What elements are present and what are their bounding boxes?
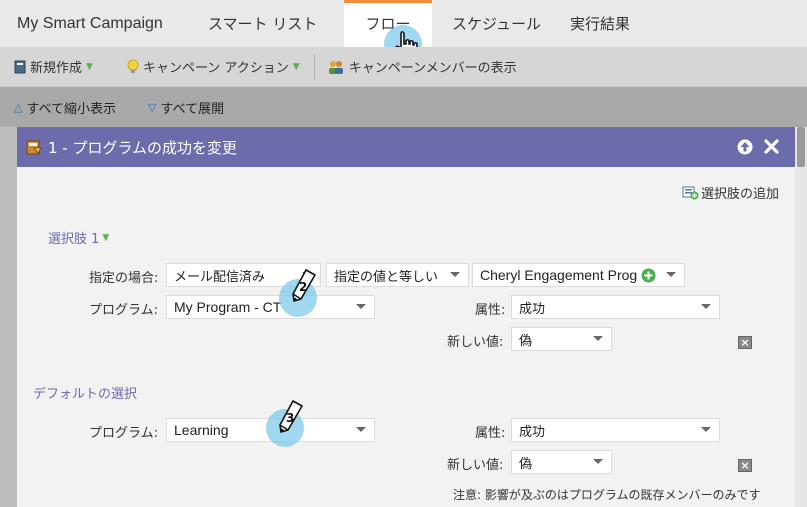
campaign-actions-caret-icon: ▼ [292, 61, 300, 72]
view-members-label: キャンペーンメンバーの表示 [348, 61, 517, 76]
choice-1-heading[interactable]: 選択肢 1 ▼ [48, 228, 109, 247]
default-new-value-arrow-icon [593, 459, 603, 464]
choice-1-new-value-arrow-icon [593, 336, 603, 341]
expand-collapse-bar: △ すべて縮小表示 ▽ すべて展開 [0, 87, 807, 127]
campaign-actions-label: キャンペーン アクション [142, 61, 289, 76]
choice-1-if-field-value: メール配信済み [174, 269, 266, 285]
collapse-all-label: すべて縮小表示 [26, 101, 117, 117]
expand-all-label: すべて展開 [160, 101, 225, 117]
choice-1-value-arrow-icon [666, 272, 676, 277]
default-new-value-label: 新しい値: [447, 458, 504, 473]
default-attribute-label: 属性: [475, 426, 506, 441]
choice-1-value-select[interactable]: Cheryl Engagement Prog [472, 263, 685, 287]
choice-1-attribute-select[interactable]: 成功 [511, 295, 720, 319]
choice-1-delete-icon[interactable]: × [738, 336, 752, 349]
default-new-value-select[interactable]: 偽 [511, 450, 612, 474]
pencil-cursor-icon: 2 [292, 269, 316, 302]
view-members-button[interactable]: キャンペーンメンバーの表示 [327, 47, 517, 86]
add-choice-icon [682, 186, 699, 200]
default-program-value: Learning [174, 422, 229, 438]
default-choice-heading: デフォルトの選択 [33, 387, 138, 402]
callout-number-2: 2 [299, 280, 307, 294]
default-program-label: プログラム: [89, 426, 158, 441]
choice-1-operator-arrow-icon [450, 272, 460, 277]
expand-all-button[interactable]: ▽ すべて展開 [148, 98, 224, 117]
choice-1-operator-value: 指定の値と等しい [334, 269, 439, 285]
add-value-plus-icon[interactable] [641, 268, 656, 283]
default-new-value-value: 偽 [519, 456, 533, 472]
new-menu-caret-icon: ▼ [86, 61, 93, 72]
flow-step-icon [26, 140, 42, 155]
default-attribute-arrow-icon [701, 427, 711, 432]
choice-1-heading-label: 選択肢 1 [48, 232, 100, 247]
flow-step-body: 選択肢の追加 選択肢 1 ▼ 指定の場合: メール配信済み 指定の値と等しい C… [17, 167, 795, 507]
collapse-all-button[interactable]: △ すべて縮小表示 [14, 98, 116, 117]
flow-step-header: 1 - プログラムの成功を変更 [17, 127, 795, 167]
choice-1-program-value: My Program - CT [174, 299, 282, 315]
lightbulb-icon [127, 59, 139, 73]
default-delete-icon[interactable]: × [738, 459, 752, 472]
choice-1-if-label: 指定の場合: [89, 271, 159, 286]
choice-1-value-text: Cheryl Engagement Prog [480, 267, 638, 283]
vertical-scrollbar[interactable] [795, 127, 807, 507]
add-choice-label: 選択肢の追加 [701, 187, 780, 202]
add-choice-button[interactable]: 選択肢の追加 [682, 183, 779, 202]
move-up-icon[interactable] [737, 139, 753, 155]
tab-schedule[interactable]: スケジュール [432, 0, 552, 47]
default-attribute-select[interactable]: 成功 [511, 418, 720, 442]
choice-1-program-label: プログラム: [89, 303, 158, 318]
choice-1-attribute-label: 属性: [475, 303, 506, 318]
close-icon[interactable] [764, 139, 779, 154]
new-menu-label: 新規作成 [30, 61, 83, 76]
choice-1-operator-select[interactable]: 指定の値と等しい [326, 263, 469, 287]
people-icon [328, 60, 343, 74]
choice-1-program-select[interactable]: My Program - CT [166, 295, 375, 319]
choice-1-new-value-value: 偽 [519, 333, 533, 349]
existing-members-note: 注意: 影響が及ぶのはプログラムの既存メンバーのみです [453, 488, 761, 502]
triangle-up-icon: △ [14, 100, 23, 114]
campaign-actions-button[interactable]: キャンペーン アクション ▼ [127, 47, 300, 86]
choice-1-attribute-value: 成功 [519, 301, 546, 317]
choice-1-new-value-label: 新しい値: [447, 335, 504, 350]
default-program-arrow-icon [356, 427, 366, 432]
choice-1-caret-icon: ▼ [102, 232, 110, 243]
tab-my-smart-campaign[interactable]: My Smart Campaign [0, 0, 192, 47]
toolbar: 新規作成 ▼ キャンペーン アクション ▼ キャンペーンメンバーの表示 [0, 47, 807, 87]
default-attribute-value: 成功 [519, 424, 546, 440]
pencil-cursor-icon-2: 3 [279, 400, 303, 433]
canvas-left-gutter [0, 127, 17, 507]
toolbar-divider [313, 53, 315, 80]
flow-step-title: 1 - プログラムの成功を変更 [48, 138, 238, 157]
scrollbar-thumb[interactable] [797, 127, 805, 167]
choice-1-new-value-select[interactable]: 偽 [511, 327, 612, 351]
callout-number-3: 3 [286, 411, 294, 425]
tab-smart-list[interactable]: スマート リスト [192, 0, 344, 47]
new-menu-button[interactable]: 新規作成 ▼ [14, 47, 93, 86]
triangle-down-icon: ▽ [148, 100, 157, 114]
tab-results[interactable]: 実行結果 [552, 0, 630, 47]
choice-1-program-arrow-icon [356, 304, 366, 309]
choice-1-attribute-arrow-icon [701, 304, 711, 309]
new-document-icon [14, 60, 26, 73]
